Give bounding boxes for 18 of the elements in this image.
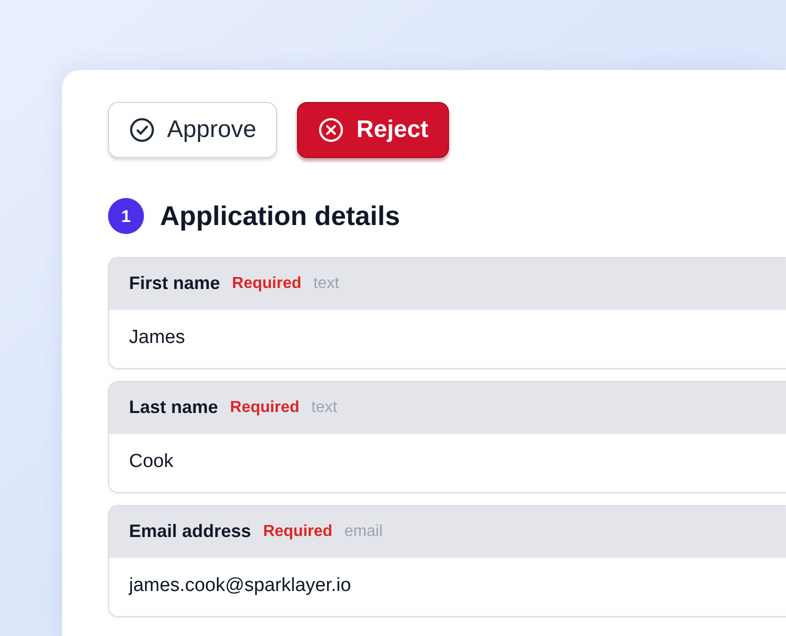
field-type: text <box>313 274 340 294</box>
field-label: First name <box>129 272 220 295</box>
field-type: text <box>311 398 338 418</box>
required-label: Required <box>230 398 300 418</box>
approve-button[interactable]: Approve <box>108 102 278 158</box>
required-label: Required <box>232 274 302 294</box>
field-type: email <box>344 522 383 542</box>
section-title: Application details <box>160 200 400 233</box>
check-circle-icon <box>129 117 155 143</box>
required-label: Required <box>263 522 332 542</box>
field-label: Last name <box>129 396 218 419</box>
value-field[interactable]: James <box>109 310 786 368</box>
value-field[interactable]: Cook <box>109 434 786 492</box>
close-circle-icon <box>318 117 344 143</box>
field-label: Email address <box>129 520 252 543</box>
value-field[interactable]: james.cook@sparklayer.io <box>109 558 786 616</box>
reject-button[interactable]: Reject <box>297 102 450 158</box>
step-number: 1 <box>108 198 144 234</box>
